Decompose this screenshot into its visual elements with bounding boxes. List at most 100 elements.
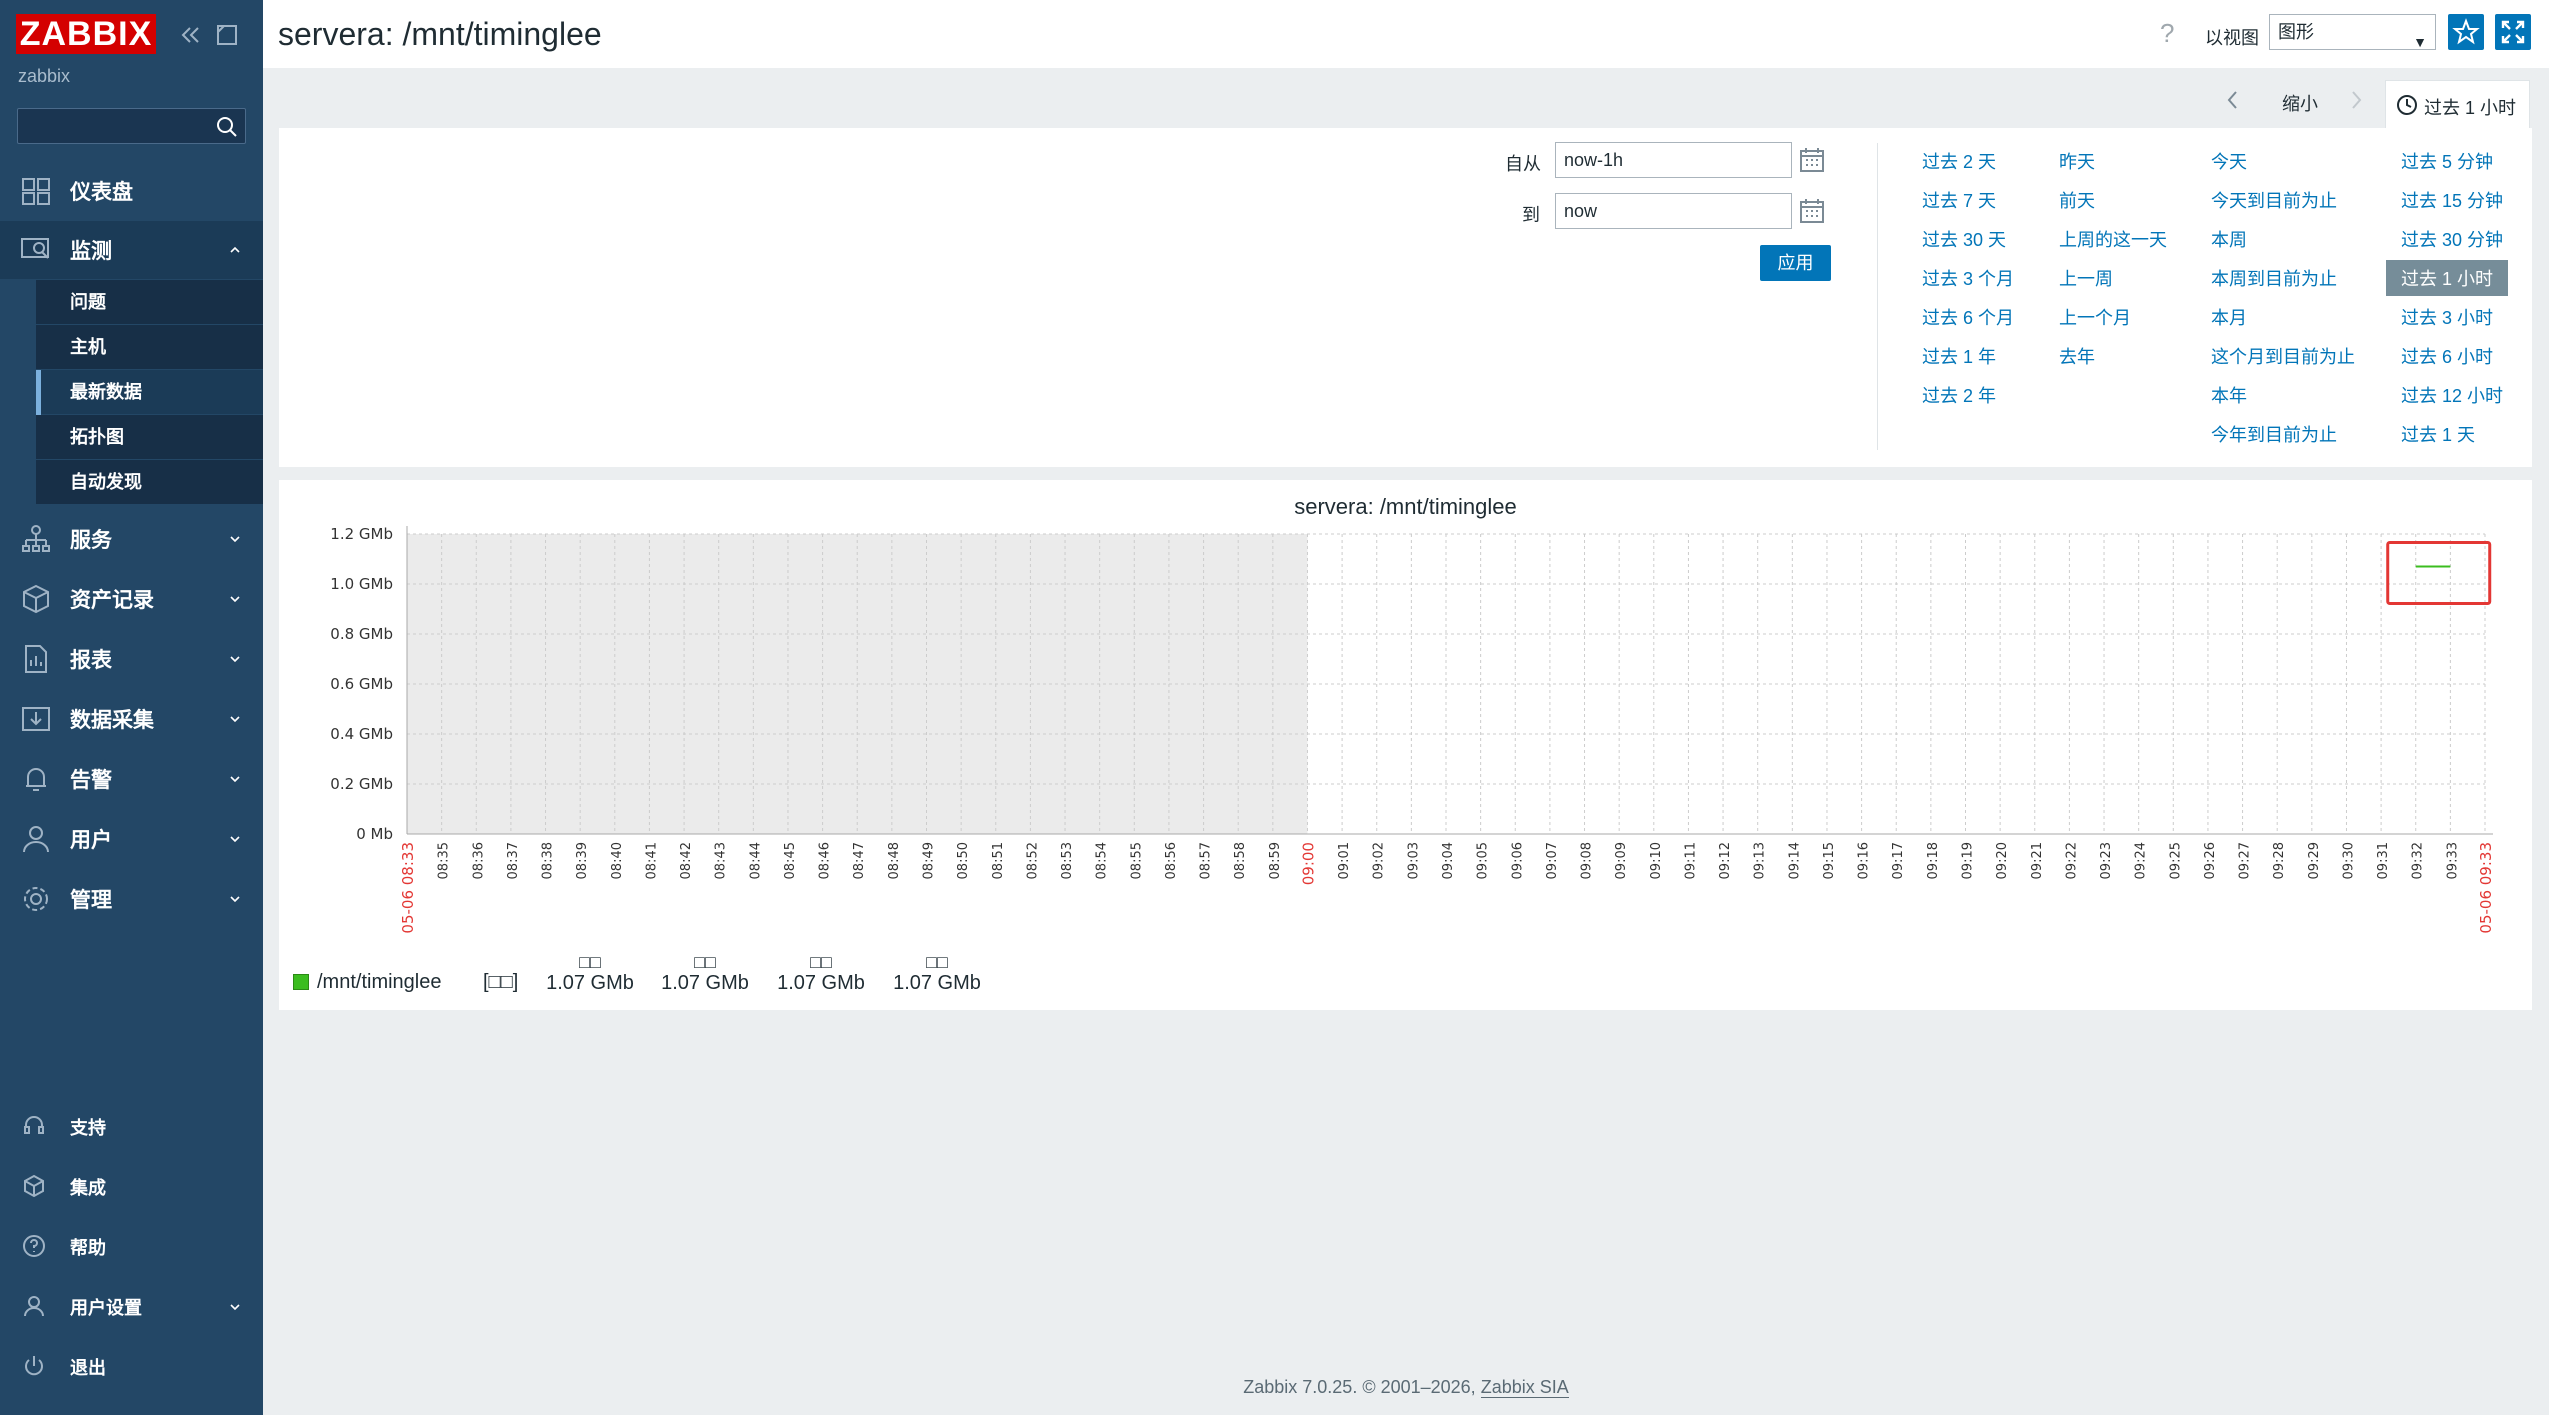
- quick-range-link[interactable]: 过去 30 分钟: [2401, 226, 2503, 252]
- x-tick-label: 09:04: [1441, 842, 1456, 879]
- nav-reports[interactable]: 报表: [0, 630, 263, 688]
- quick-range-link[interactable]: 过去 7 天: [1922, 187, 1996, 213]
- x-tick-label: 09:02: [1372, 842, 1387, 879]
- x-tick-label: 09:01: [1337, 842, 1352, 879]
- x-tick-label: 08:43: [714, 842, 729, 879]
- quick-range-link[interactable]: 前天: [2059, 187, 2095, 213]
- nav-help[interactable]: 帮助: [0, 1220, 263, 1270]
- nav-integrations[interactable]: 集成: [0, 1160, 263, 1210]
- to-input[interactable]: now: [1555, 193, 1792, 229]
- x-tick-label: 09:27: [2238, 842, 2253, 879]
- view-as-select[interactable]: 图形 ▼: [2269, 14, 2436, 50]
- submenu-discovery[interactable]: 自动发现: [36, 460, 263, 505]
- footer-link[interactable]: Zabbix SIA: [1480, 1377, 1569, 1398]
- nav-label: 报表: [70, 649, 112, 672]
- legend-value: 1.07 GMb: [546, 972, 634, 994]
- time-next-button[interactable]: [2346, 88, 2366, 119]
- page-title: servera: /mnt/timinglee: [278, 16, 602, 52]
- quick-range-link[interactable]: 过去 6 小时: [2401, 343, 2493, 369]
- zoom-out-button[interactable]: 缩小: [2282, 90, 2318, 116]
- nav-monitoring[interactable]: 监测: [0, 221, 263, 279]
- quick-range-link[interactable]: 过去 1 天: [2401, 421, 2475, 447]
- nav-inventory[interactable]: 资产记录: [0, 570, 263, 628]
- submenu-latest-data[interactable]: 最新数据: [36, 370, 263, 415]
- x-tick-label: 09:26: [2203, 842, 2218, 879]
- quick-range-link[interactable]: 本周到目前为止: [2211, 265, 2337, 291]
- quick-range-link[interactable]: 过去 15 分钟: [2401, 187, 2503, 213]
- quick-range-link[interactable]: 过去 1 年: [1922, 343, 1996, 369]
- apply-button[interactable]: 应用: [1760, 245, 1831, 281]
- services-icon: [20, 524, 52, 554]
- quick-range-link[interactable]: 上一个月: [2059, 304, 2131, 330]
- kiosk-mode-button[interactable]: [2495, 14, 2531, 50]
- nav-label: 监测: [70, 240, 112, 263]
- search-input[interactable]: [18, 109, 208, 143]
- x-tick-label: 09:15: [1822, 842, 1837, 879]
- nav-sign-out[interactable]: 退出: [0, 1340, 263, 1390]
- legend-column: □□ 1.07 GMb: [882, 952, 992, 995]
- quick-range-link[interactable]: 这个月到目前为止: [2211, 343, 2355, 369]
- quick-range-link[interactable]: 过去 3 个月: [1922, 265, 2014, 291]
- x-tick-label: 08:39: [575, 842, 590, 879]
- quick-range-link[interactable]: 过去 6 个月: [1922, 304, 2014, 330]
- quick-range-link[interactable]: 过去 30 天: [1922, 226, 2006, 252]
- x-tick-label: 09:33: [2445, 842, 2460, 879]
- collapse-sidebar-icon[interactable]: [178, 22, 204, 48]
- nav-users[interactable]: 用户: [0, 810, 263, 868]
- quick-range-link[interactable]: 过去 2 天: [1922, 148, 1996, 174]
- nav-user-settings[interactable]: 用户设置: [0, 1280, 263, 1330]
- quick-range-link[interactable]: 过去 2 年: [1922, 382, 1996, 408]
- quick-range-link[interactable]: 今天到目前为止: [2211, 187, 2337, 213]
- x-tick-label: 09:05: [1476, 842, 1491, 879]
- quick-range-link[interactable]: 今天: [2211, 148, 2247, 174]
- to-label: 到: [1522, 205, 1540, 225]
- search-icon[interactable]: [215, 115, 239, 139]
- x-tick-label: 08:42: [679, 842, 694, 879]
- chevron-left-icon: [2227, 91, 2237, 109]
- add-to-favorites-button[interactable]: [2448, 14, 2484, 50]
- clock-icon: [2396, 94, 2418, 116]
- quick-range-link[interactable]: 上一周: [2059, 265, 2113, 291]
- nav-services[interactable]: 服务: [0, 510, 263, 568]
- x-tick-label: 08:35: [437, 842, 452, 879]
- submenu-hosts[interactable]: 主机: [36, 325, 263, 370]
- submenu-problems[interactable]: 问题: [36, 280, 263, 325]
- submenu-maps[interactable]: 拓扑图: [36, 415, 263, 460]
- quick-range-link[interactable]: 过去 3 小时: [2401, 304, 2493, 330]
- zabbix-logo[interactable]: ZABBIX: [16, 14, 156, 54]
- x-tick-label: 09:14: [1787, 842, 1802, 879]
- highlight-box: [2386, 541, 2492, 605]
- nav-data-collection[interactable]: 数据采集: [0, 690, 263, 748]
- nav-support[interactable]: 支持: [0, 1100, 263, 1150]
- y-tick-label: 0.8 GMb: [330, 625, 393, 643]
- x-tick-label: 09:21: [2030, 842, 2045, 879]
- time-prev-button[interactable]: [2223, 88, 2243, 119]
- x-tick-label: 08:46: [818, 842, 833, 879]
- data-collection-icon: [20, 704, 52, 734]
- quick-range-link[interactable]: 今年到目前为止: [2211, 421, 2337, 447]
- nav-alerts[interactable]: 告警: [0, 750, 263, 808]
- help-icon[interactable]: ?: [2160, 18, 2174, 49]
- nav-label: 用户设置: [70, 1298, 142, 1318]
- quick-range-link[interactable]: 本年: [2211, 382, 2247, 408]
- quick-range-link[interactable]: 昨天: [2059, 148, 2095, 174]
- calendar-icon[interactable]: [1798, 197, 1826, 225]
- legend-column: □□ 1.07 GMb: [535, 952, 645, 995]
- quick-range-link[interactable]: 去年: [2059, 343, 2095, 369]
- undock-sidebar-icon[interactable]: [214, 22, 240, 48]
- x-tick-label: 09:28: [2272, 842, 2287, 879]
- quick-range-link[interactable]: 本月: [2211, 304, 2247, 330]
- quick-range-link[interactable]: 过去 5 分钟: [2401, 148, 2493, 174]
- quick-range-link[interactable]: 过去 12 小时: [2401, 382, 2503, 408]
- chevron-down-icon: ▼: [2413, 34, 2427, 50]
- from-input[interactable]: now-1h: [1555, 142, 1792, 178]
- calendar-icon[interactable]: [1798, 146, 1826, 174]
- nav-administration[interactable]: 管理: [0, 870, 263, 928]
- user-settings-icon: [22, 1294, 46, 1318]
- sidebar-search[interactable]: [17, 108, 246, 144]
- quick-range-link[interactable]: 过去 1 小时: [2386, 260, 2509, 296]
- nav-dashboards[interactable]: 仪表盘: [0, 162, 263, 220]
- quick-range-link[interactable]: 本周: [2211, 226, 2247, 252]
- time-period-tab[interactable]: 过去 1 小时: [2385, 80, 2530, 128]
- quick-range-link[interactable]: 上周的这一天: [2059, 226, 2167, 252]
